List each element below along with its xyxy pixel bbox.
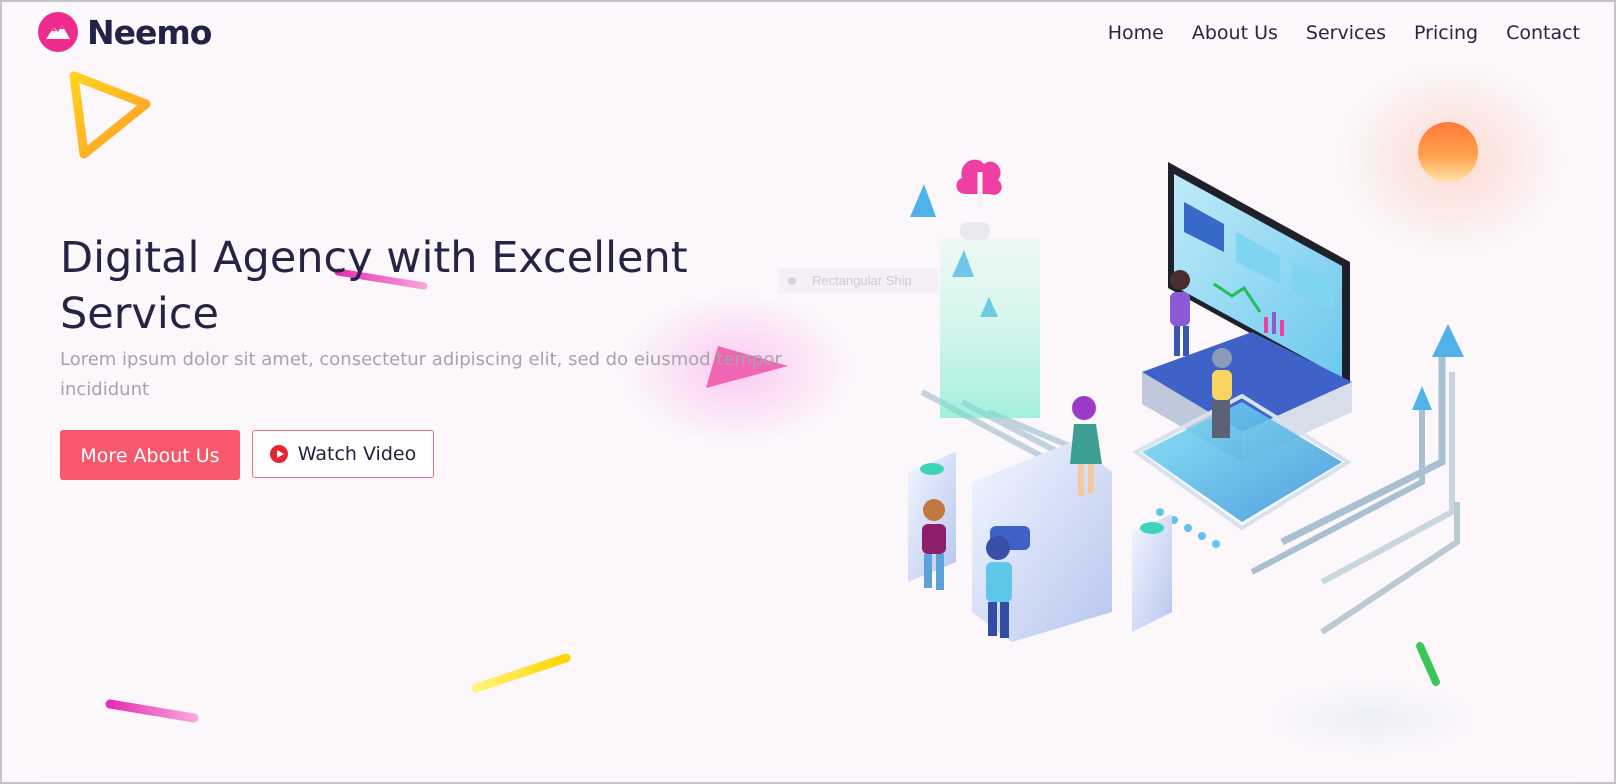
- nav-home[interactable]: Home: [1108, 22, 1164, 44]
- nav-contact[interactable]: Contact: [1506, 22, 1580, 44]
- triangle-outline-decoration: [69, 71, 151, 159]
- faded-blur-decoration: [1272, 684, 1472, 754]
- hero-subtitle: Lorem ipsum dolor sit amet, consectetur …: [60, 349, 782, 400]
- browser-viewport: Neemo Home About Us Services Pricing Con…: [0, 0, 1616, 784]
- mountain-icon: [38, 12, 78, 52]
- isometric-agency-illustration: [908, 159, 1464, 642]
- nav-services[interactable]: Services: [1306, 22, 1386, 44]
- hero-title: Digital Agency with Excellent Service: [60, 233, 688, 339]
- play-icon: [269, 445, 288, 463]
- main-nav: Home About Us Services Pricing Contact: [1108, 22, 1580, 44]
- watch-video-button[interactable]: Watch Video: [252, 430, 434, 478]
- brand-name: Neemo: [87, 12, 212, 52]
- yellow-stroke-decoration: [471, 653, 571, 693]
- pink-stroke-decoration: [105, 699, 199, 723]
- nav-pricing[interactable]: Pricing: [1414, 22, 1478, 44]
- more-about-us-button[interactable]: More About Us: [60, 430, 240, 480]
- brand[interactable]: Neemo: [38, 12, 212, 52]
- nav-about-us[interactable]: About Us: [1192, 22, 1278, 44]
- watch-video-label: Watch Video: [297, 443, 417, 465]
